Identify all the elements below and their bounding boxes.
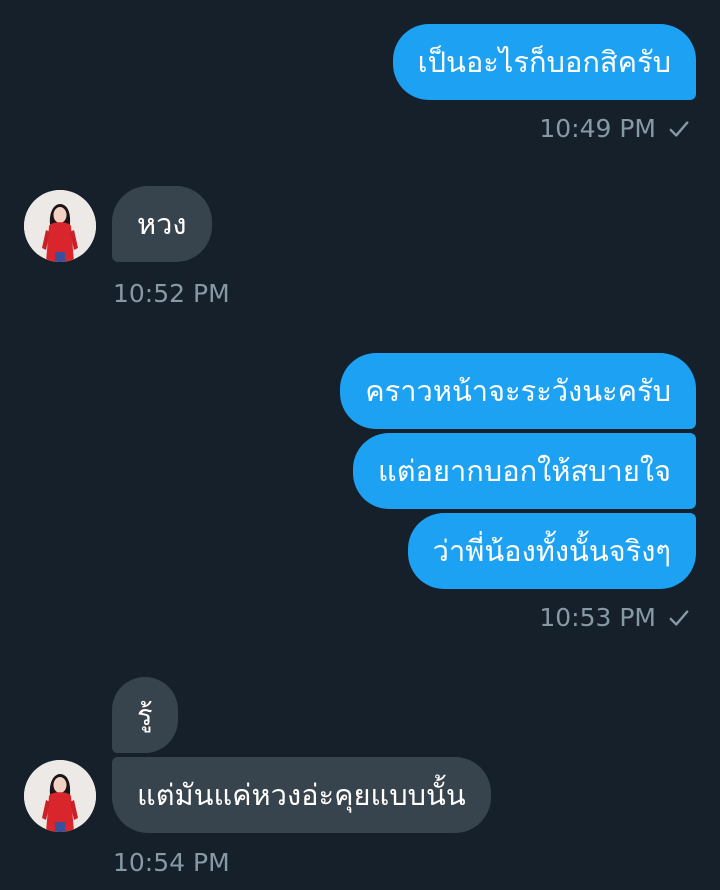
avatar-photo	[24, 760, 96, 832]
avatar[interactable]	[24, 760, 96, 832]
message-timestamp: 10:49 PM	[539, 114, 690, 143]
message-timestamp: 10:53 PM	[539, 603, 690, 632]
timestamp-text: 10:52 PM	[113, 279, 230, 308]
outgoing-message-bubble[interactable]: คราวหน้าจะระวังนะครับ	[340, 353, 696, 429]
avatar-photo	[24, 190, 96, 262]
outgoing-message-bubble[interactable]: ว่าพี่น้องทั้งนั้นจริงๆ	[407, 513, 696, 589]
outgoing-message-bubble[interactable]: แต่อยากบอกให้สบายใจ	[353, 433, 696, 509]
timestamp-text: 10:53 PM	[539, 603, 656, 632]
message-timestamp: 10:54 PM	[113, 848, 230, 877]
outgoing-message-bubble[interactable]: เป็นอะไรก็บอกสิครับ	[392, 24, 696, 100]
timestamp-text: 10:54 PM	[113, 848, 230, 877]
check-icon	[669, 609, 689, 626]
incoming-message-bubble[interactable]: หวง	[112, 186, 212, 262]
timestamp-text: 10:49 PM	[539, 114, 656, 143]
incoming-message-bubble[interactable]: รู้	[112, 677, 178, 753]
check-icon	[669, 120, 689, 137]
message-timestamp: 10:52 PM	[113, 279, 230, 308]
chat-thread: เป็นอะไรก็บอกสิครับ 10:49 PM หวง 10:52 P…	[0, 0, 720, 890]
incoming-message-bubble[interactable]: แต่มันแค่หวงอ่ะคุยแบบนั้น	[112, 757, 491, 833]
avatar[interactable]	[24, 190, 96, 262]
